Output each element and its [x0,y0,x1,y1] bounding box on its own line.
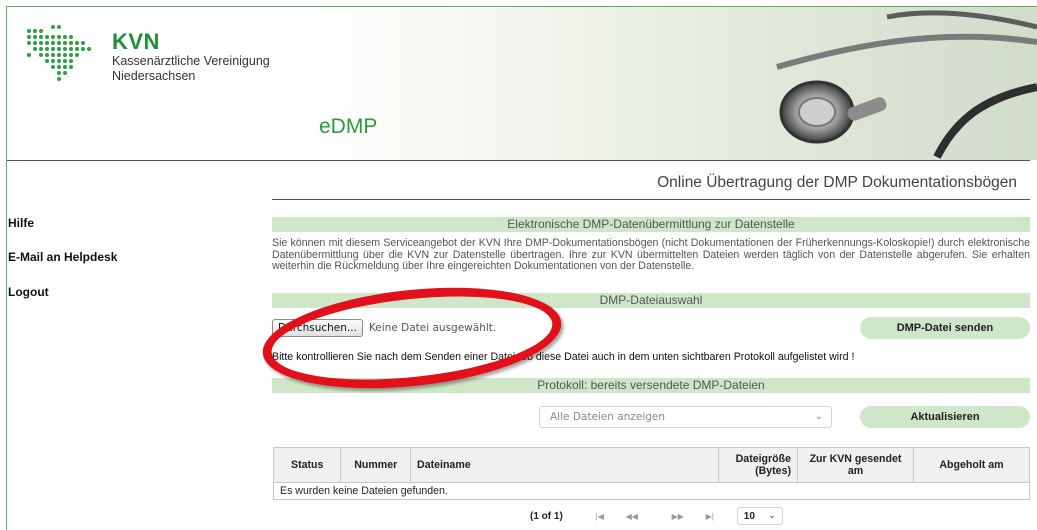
section-header-transfer: Elektronische DMP-Datenübermittlung zur … [272,217,1030,232]
check-protocol-note: Bitte kontrollieren Sie nach dem Senden … [272,351,855,363]
empty-table-message: Es wurden keine Dateien gefunden. [273,482,1030,500]
file-input[interactable]: Durchsuchen... Keine Datei ausgewählt. [272,319,496,337]
page-subtitle: Online Übertragung der DMP Dokumentation… [657,174,1017,191]
chevron-down-icon: ⌄ [768,510,776,520]
browse-button[interactable]: Durchsuchen... [272,319,363,337]
column-header-dateigroesse[interactable]: Dateigröße (Bytes) [717,447,799,483]
table-header-row: Status Nummer Dateiname Dateigröße (Byte… [272,447,1031,483]
column-header-nummer[interactable]: Nummer [340,447,412,483]
send-file-button[interactable]: DMP-Datei senden [860,317,1030,339]
section-header-file-selection: DMP-Dateiauswahl [272,293,1030,308]
page-info: (1 of 1) [530,510,563,522]
files-table: Status Nummer Dateiname Dateigröße (Byte… [272,447,1031,500]
sidebar-item-hilfe[interactable]: Hilfe [8,216,34,230]
pagination: (1 of 1) |◀ ◀◀ ▶▶ ▶| 10 ⌄ [530,506,783,526]
sidebar-item-helpdesk-email[interactable]: E-Mail an Helpdesk [8,250,117,264]
previous-page-icon[interactable]: ◀◀ [617,507,647,525]
brand-line-2: Niedersachsen [112,69,196,83]
last-page-icon[interactable]: ▶| [695,507,725,525]
no-file-text: Keine Datei ausgewählt. [368,322,497,334]
brand-line-1: Kassenärztliche Vereinigung [112,54,270,68]
page-size-select[interactable]: 10 ⌄ [736,507,783,525]
page-size-value: 10 [743,510,755,522]
product-title: eDMP [319,115,378,138]
chevron-down-icon: ⌄ [814,411,823,422]
file-filter-select[interactable]: Alle Dateien anzeigen ⌄ [539,406,832,428]
stethoscope-image [776,10,1037,159]
column-header-gesendet-am[interactable]: Zur KVN gesendet am [797,447,914,483]
first-page-icon[interactable]: |◀ [585,507,615,525]
kvn-logo-icon [27,25,91,81]
header: KVN Kassenärztliche Vereinigung Niedersa… [7,7,1037,160]
sidebar-item-logout[interactable]: Logout [8,285,49,299]
brand-name: KVN [112,29,160,54]
column-header-abgeholt-am[interactable]: Abgeholt am [912,447,1031,483]
section-header-protocol: Protokoll: bereits versendete DMP-Dateie… [272,378,1030,393]
subtitle-divider [272,199,1030,200]
column-header-status[interactable]: Status [272,447,342,483]
next-page-icon[interactable]: ▶▶ [663,507,693,525]
column-header-dateiname[interactable]: Dateiname [410,447,719,483]
brand-subtitle: Kassenärztliche Vereinigung Niedersachse… [112,54,270,84]
file-filter-value: Alle Dateien anzeigen [550,411,666,423]
table-row: Es wurden keine Dateien gefunden. [273,482,1030,500]
refresh-button[interactable]: Aktualisieren [860,406,1030,428]
service-description: Sie können mit diesem Serviceangebot der… [272,237,1030,272]
header-divider [7,160,1030,161]
